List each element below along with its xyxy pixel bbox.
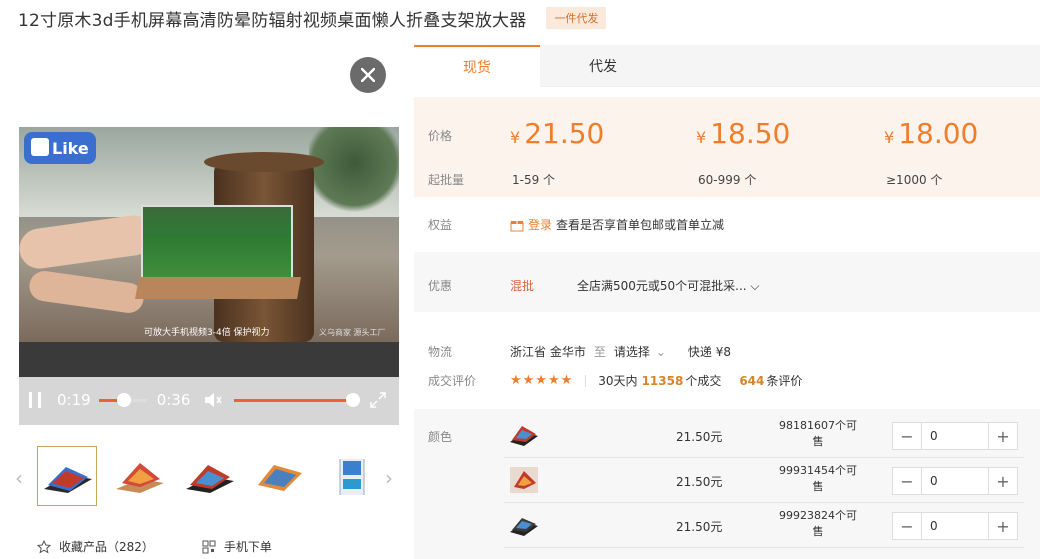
increase-button[interactable]: + [989, 513, 1017, 539]
qr-code-icon [202, 540, 216, 553]
gift-icon [510, 220, 524, 231]
video-player[interactable]: Like 可放大手机视频3-4倍 保护视力 义乌商家 源头工厂 0:19 0:3… [19, 127, 399, 425]
sku-row: 21.50元 98181607个可售 − 0 + [504, 414, 1024, 458]
sku-price: 21.50元 [676, 475, 723, 489]
seek-bar[interactable] [98, 392, 147, 407]
close-icon [361, 68, 375, 82]
sku-thumbnail-image[interactable] [508, 510, 540, 540]
dropship-tag: 一件代发 [546, 7, 607, 29]
mixed-batch-tag: 混批 [510, 279, 535, 293]
duration: 0:36 [156, 391, 191, 409]
decrease-button[interactable]: − [893, 513, 921, 539]
pause-icon[interactable] [29, 392, 41, 408]
sku-stock: 99931454个可售 [779, 464, 857, 493]
quantity-input[interactable]: 0 [921, 423, 989, 449]
moq-label: 起批量 [428, 173, 465, 187]
product-thumbnail-image [258, 465, 302, 491]
sold-count: 11358 [641, 373, 684, 388]
product-thumbnail-image [116, 463, 164, 493]
mobile-order-link[interactable]: 手机下单 [202, 538, 272, 555]
video-watermark: 义乌商家 源头工厂 [319, 328, 386, 337]
bottom-links: 收藏产品（282） 手机下单 [37, 538, 320, 555]
sku-thumbnail-image[interactable] [508, 420, 540, 450]
star-icon [37, 539, 51, 554]
sku-thumbnail-image[interactable] [508, 465, 540, 495]
qty-tier-2: 60-999 个 [698, 173, 757, 187]
origin-location: 浙江省 金华市 [510, 345, 586, 359]
thumbnail-item[interactable] [321, 446, 381, 506]
video-caption: 可放大手机视频3-4倍 保护视力 [144, 328, 270, 338]
promo-label: 优惠 [428, 279, 453, 293]
sku-row: 21.50元 99931454个可售 − 0 + [504, 459, 1024, 503]
tab-dropship[interactable]: 代发 [540, 45, 666, 87]
quantity-input[interactable]: 0 [921, 468, 989, 494]
purchase-tabs: 现货 代发 [414, 45, 1040, 87]
current-time: 0:19 [57, 391, 91, 409]
sku-price: 21.50元 [676, 520, 723, 534]
benefits-row: 登录 查看是否享首单包邮或首单立减 [510, 216, 724, 233]
product-thumbnail-image [44, 467, 92, 493]
chevron-left-icon[interactable]: ‹ [15, 466, 23, 490]
fullscreen-icon[interactable] [370, 392, 387, 408]
title-row: 12寸原木3d手机屏幕高清防晕防辐射视频桌面懒人折叠支架放大器 一件代发 [18, 6, 607, 31]
reviews-row: ★★★★★ 30天内 11358 个成交 644 条评价 [510, 373, 803, 388]
decrease-button[interactable]: − [893, 423, 921, 449]
price-tier-2: ¥18.50 [696, 117, 791, 150]
qty-tier-1: 1-59 个 [512, 173, 556, 187]
favorite-product-link[interactable]: 收藏产品（282） [37, 538, 154, 555]
shipping-fee: 快递 ¥8 [687, 345, 732, 359]
increase-button[interactable]: + [989, 468, 1017, 494]
volume-handle[interactable] [346, 392, 361, 407]
video-controls: 0:19 0:36 [19, 385, 399, 415]
volume-slider[interactable] [234, 392, 361, 407]
reviews-label: 成交评价 [428, 374, 477, 388]
quantity-stepper[interactable]: − 0 + [892, 512, 1018, 540]
sku-stock: 99923824个可售 [779, 509, 857, 538]
product-title: 12寸原木3d手机屏幕高清防晕防辐射视频桌面懒人折叠支架放大器 [18, 10, 527, 31]
decrease-button[interactable]: − [893, 468, 921, 494]
destination-select[interactable]: 请选择 [614, 343, 650, 360]
like-badge: Like [24, 132, 96, 164]
color-label: 颜色 [428, 430, 453, 444]
product-thumbnail-image [186, 465, 234, 493]
promo-dropdown[interactable]: 全店满500元或50个可混批采... ⌵ [577, 277, 760, 294]
volume-icon[interactable] [204, 392, 222, 408]
price-panel: 价格 起批量 ¥21.50 1-59 个 ¥18.50 60-999 个 ¥18… [414, 97, 1040, 197]
sku-row: 21.50元 99923824个可售 − 0 + [504, 504, 1024, 548]
thumbnail-item[interactable] [37, 446, 97, 506]
rating-stars: ★★★★★ [510, 373, 574, 388]
login-link[interactable]: 登录 [528, 216, 552, 233]
sku-stock: 98181607个可售 [779, 419, 857, 448]
seek-handle[interactable] [117, 392, 132, 407]
benefits-label: 权益 [428, 218, 453, 232]
video-frame: Like 可放大手机视频3-4倍 保护视力 义乌商家 源头工厂 [19, 127, 399, 342]
quantity-stepper[interactable]: − 0 + [892, 422, 1018, 450]
magnifier-screen-image [135, 205, 301, 299]
chevron-down-icon[interactable]: ⌄ [656, 345, 666, 359]
thumbnail-item[interactable] [249, 446, 309, 506]
qty-tier-3: ≥1000 个 [886, 173, 943, 187]
review-count[interactable]: 644 [739, 374, 764, 388]
thumbs-up-icon [31, 138, 49, 156]
price-tier-1: ¥21.50 [510, 117, 605, 150]
price-label: 价格 [428, 129, 453, 143]
thumbnail-strip: ‹ › [15, 442, 399, 510]
quantity-input[interactable]: 0 [921, 513, 989, 539]
sku-price: 21.50元 [676, 430, 723, 444]
thumbnail-item[interactable] [179, 446, 239, 506]
price-tier-3: ¥18.00 [884, 117, 979, 150]
tab-spot[interactable]: 现货 [414, 45, 540, 87]
quantity-stepper[interactable]: − 0 + [892, 467, 1018, 495]
increase-button[interactable]: + [989, 423, 1017, 449]
logistics-row: 浙江省 金华市 至 请选择 ⌄ 快递 ¥8 [510, 343, 732, 360]
logistics-label: 物流 [428, 345, 453, 359]
thumbnail-item[interactable] [109, 446, 169, 506]
close-video-button[interactable] [350, 57, 386, 93]
product-thumbnail-image [339, 459, 365, 495]
chevron-right-icon[interactable]: › [385, 466, 393, 490]
